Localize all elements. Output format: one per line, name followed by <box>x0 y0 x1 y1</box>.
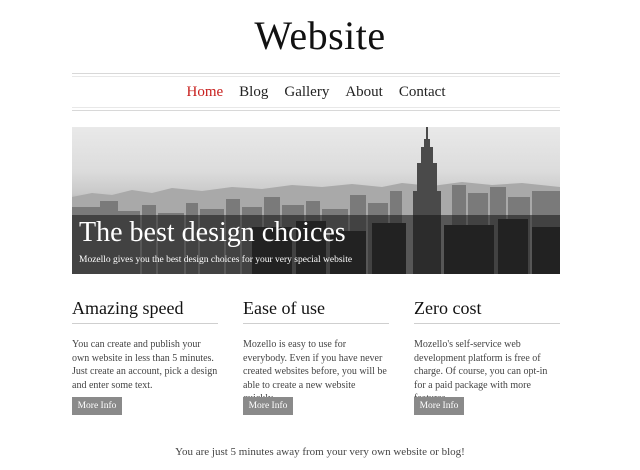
more-info-button[interactable]: More Info <box>243 397 293 415</box>
nav-item-contact[interactable]: Contact <box>391 84 454 101</box>
more-info-button[interactable]: More Info <box>414 397 464 415</box>
nav-item-blog[interactable]: Blog <box>231 84 276 101</box>
feature-column-cost: Zero cost Mozello's self-service web dev… <box>414 298 560 415</box>
feature-text: Mozello is easy to use for everybody. Ev… <box>243 339 387 404</box>
footer-note: You are just 5 minutes away from your ve… <box>175 446 465 458</box>
hero-banner: The best design choices Mozello gives yo… <box>72 127 560 274</box>
nav-item-about[interactable]: About <box>337 84 391 101</box>
feature-text: You can create and publish your own webs… <box>72 339 218 391</box>
nav-menu: Home Blog Gallery About Contact <box>72 74 560 110</box>
feature-title: Amazing speed <box>72 298 218 324</box>
feature-column-speed: Amazing speed You can create and publish… <box>72 298 218 415</box>
main-navigation: Home Blog Gallery About Contact <box>72 73 560 111</box>
feature-title: Zero cost <box>414 298 560 324</box>
hero-subtitle: Mozello gives you the best design choice… <box>79 255 353 265</box>
site-title: Website <box>254 13 386 58</box>
feature-text: Mozello's self-service web development p… <box>414 339 548 404</box>
more-info-button[interactable]: More Info <box>72 397 122 415</box>
nav-item-home[interactable]: Home <box>179 84 232 101</box>
feature-column-ease: Ease of use Mozello is easy to use for e… <box>243 298 389 415</box>
nav-item-gallery[interactable]: Gallery <box>276 84 337 101</box>
feature-title: Ease of use <box>243 298 389 324</box>
hero-title: The best design choices <box>79 217 346 248</box>
